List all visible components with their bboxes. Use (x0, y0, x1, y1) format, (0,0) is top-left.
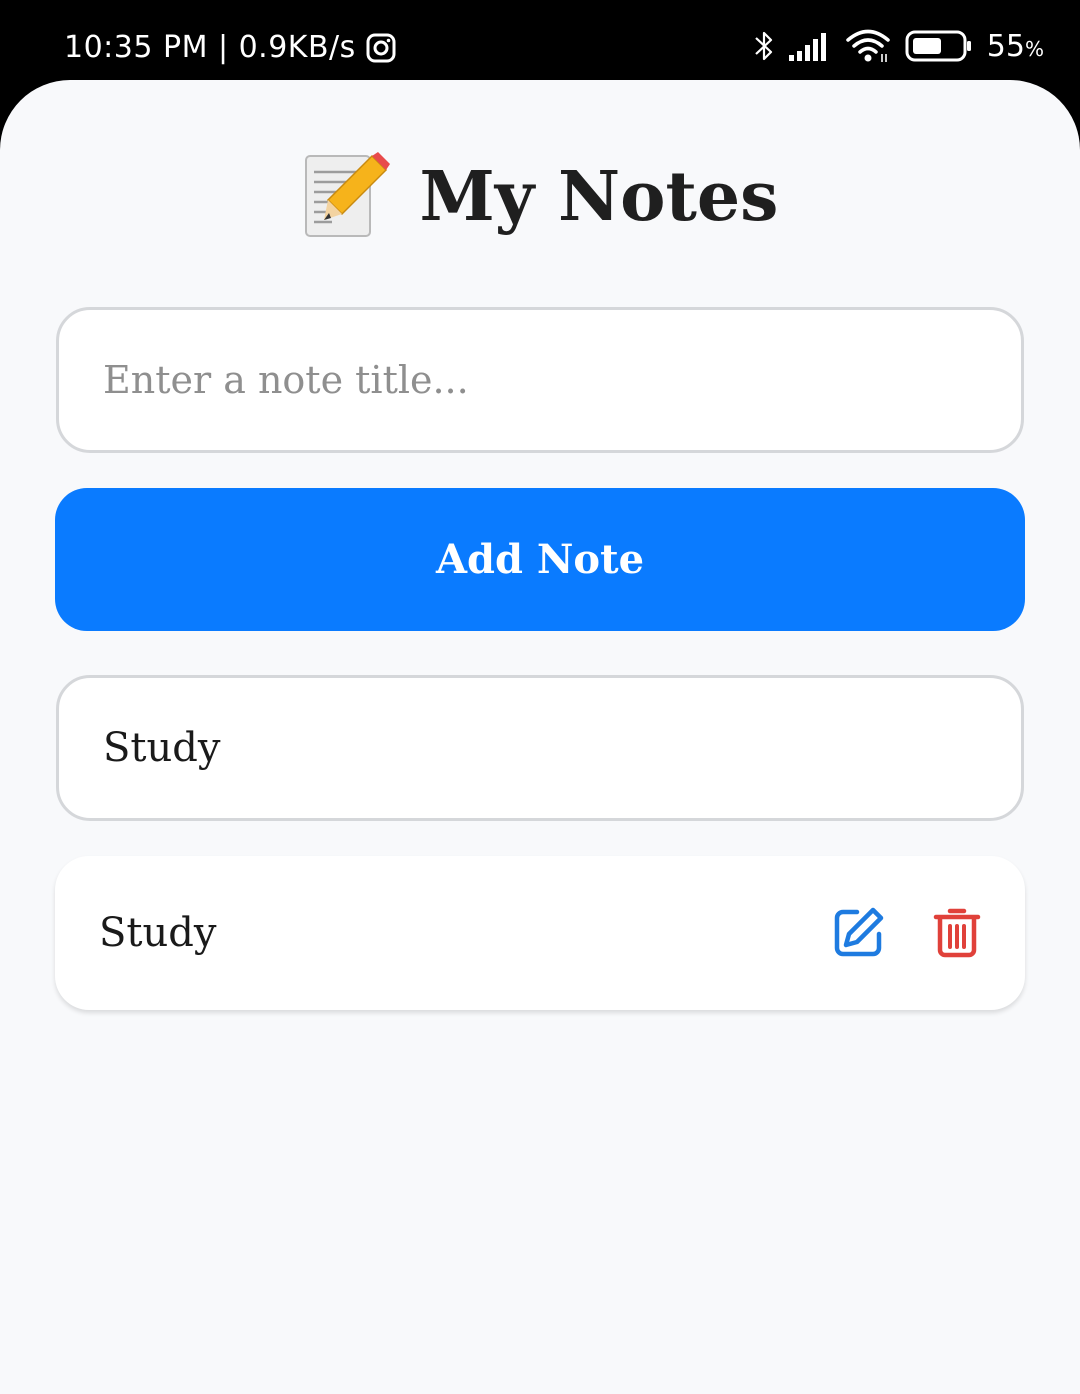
note-actions (833, 906, 981, 961)
status-time: 10:35 PM (64, 30, 208, 65)
status-left: 10:35 PM | 0.9KB/s (64, 30, 396, 65)
edit-note-field[interactable]: Study (56, 675, 1024, 821)
trash-icon (933, 906, 981, 961)
battery-percentage: 55% (986, 28, 1044, 64)
status-separator: | (217, 30, 229, 65)
header: My Notes (0, 150, 1080, 244)
memo-icon (302, 150, 390, 244)
wifi-icon (845, 29, 891, 63)
status-right: 55% (753, 28, 1044, 64)
delete-note-button[interactable] (933, 906, 981, 961)
edit-note-value: Study (103, 725, 221, 771)
note-item: Study (55, 856, 1025, 1010)
page-title: My Notes (419, 157, 779, 237)
edit-icon (833, 906, 885, 961)
battery-icon (905, 29, 973, 63)
app-screen: My Notes Add Note Study Study (0, 80, 1080, 1394)
bluetooth-icon (753, 28, 775, 64)
note-title-input[interactable] (56, 307, 1024, 453)
instagram-icon (366, 33, 396, 63)
status-network-speed: 0.9KB/s (238, 30, 356, 65)
edit-note-button[interactable] (833, 906, 885, 961)
note-item-title: Study (99, 910, 217, 956)
signal-icon (788, 31, 831, 61)
add-note-button[interactable]: Add Note (55, 488, 1025, 631)
